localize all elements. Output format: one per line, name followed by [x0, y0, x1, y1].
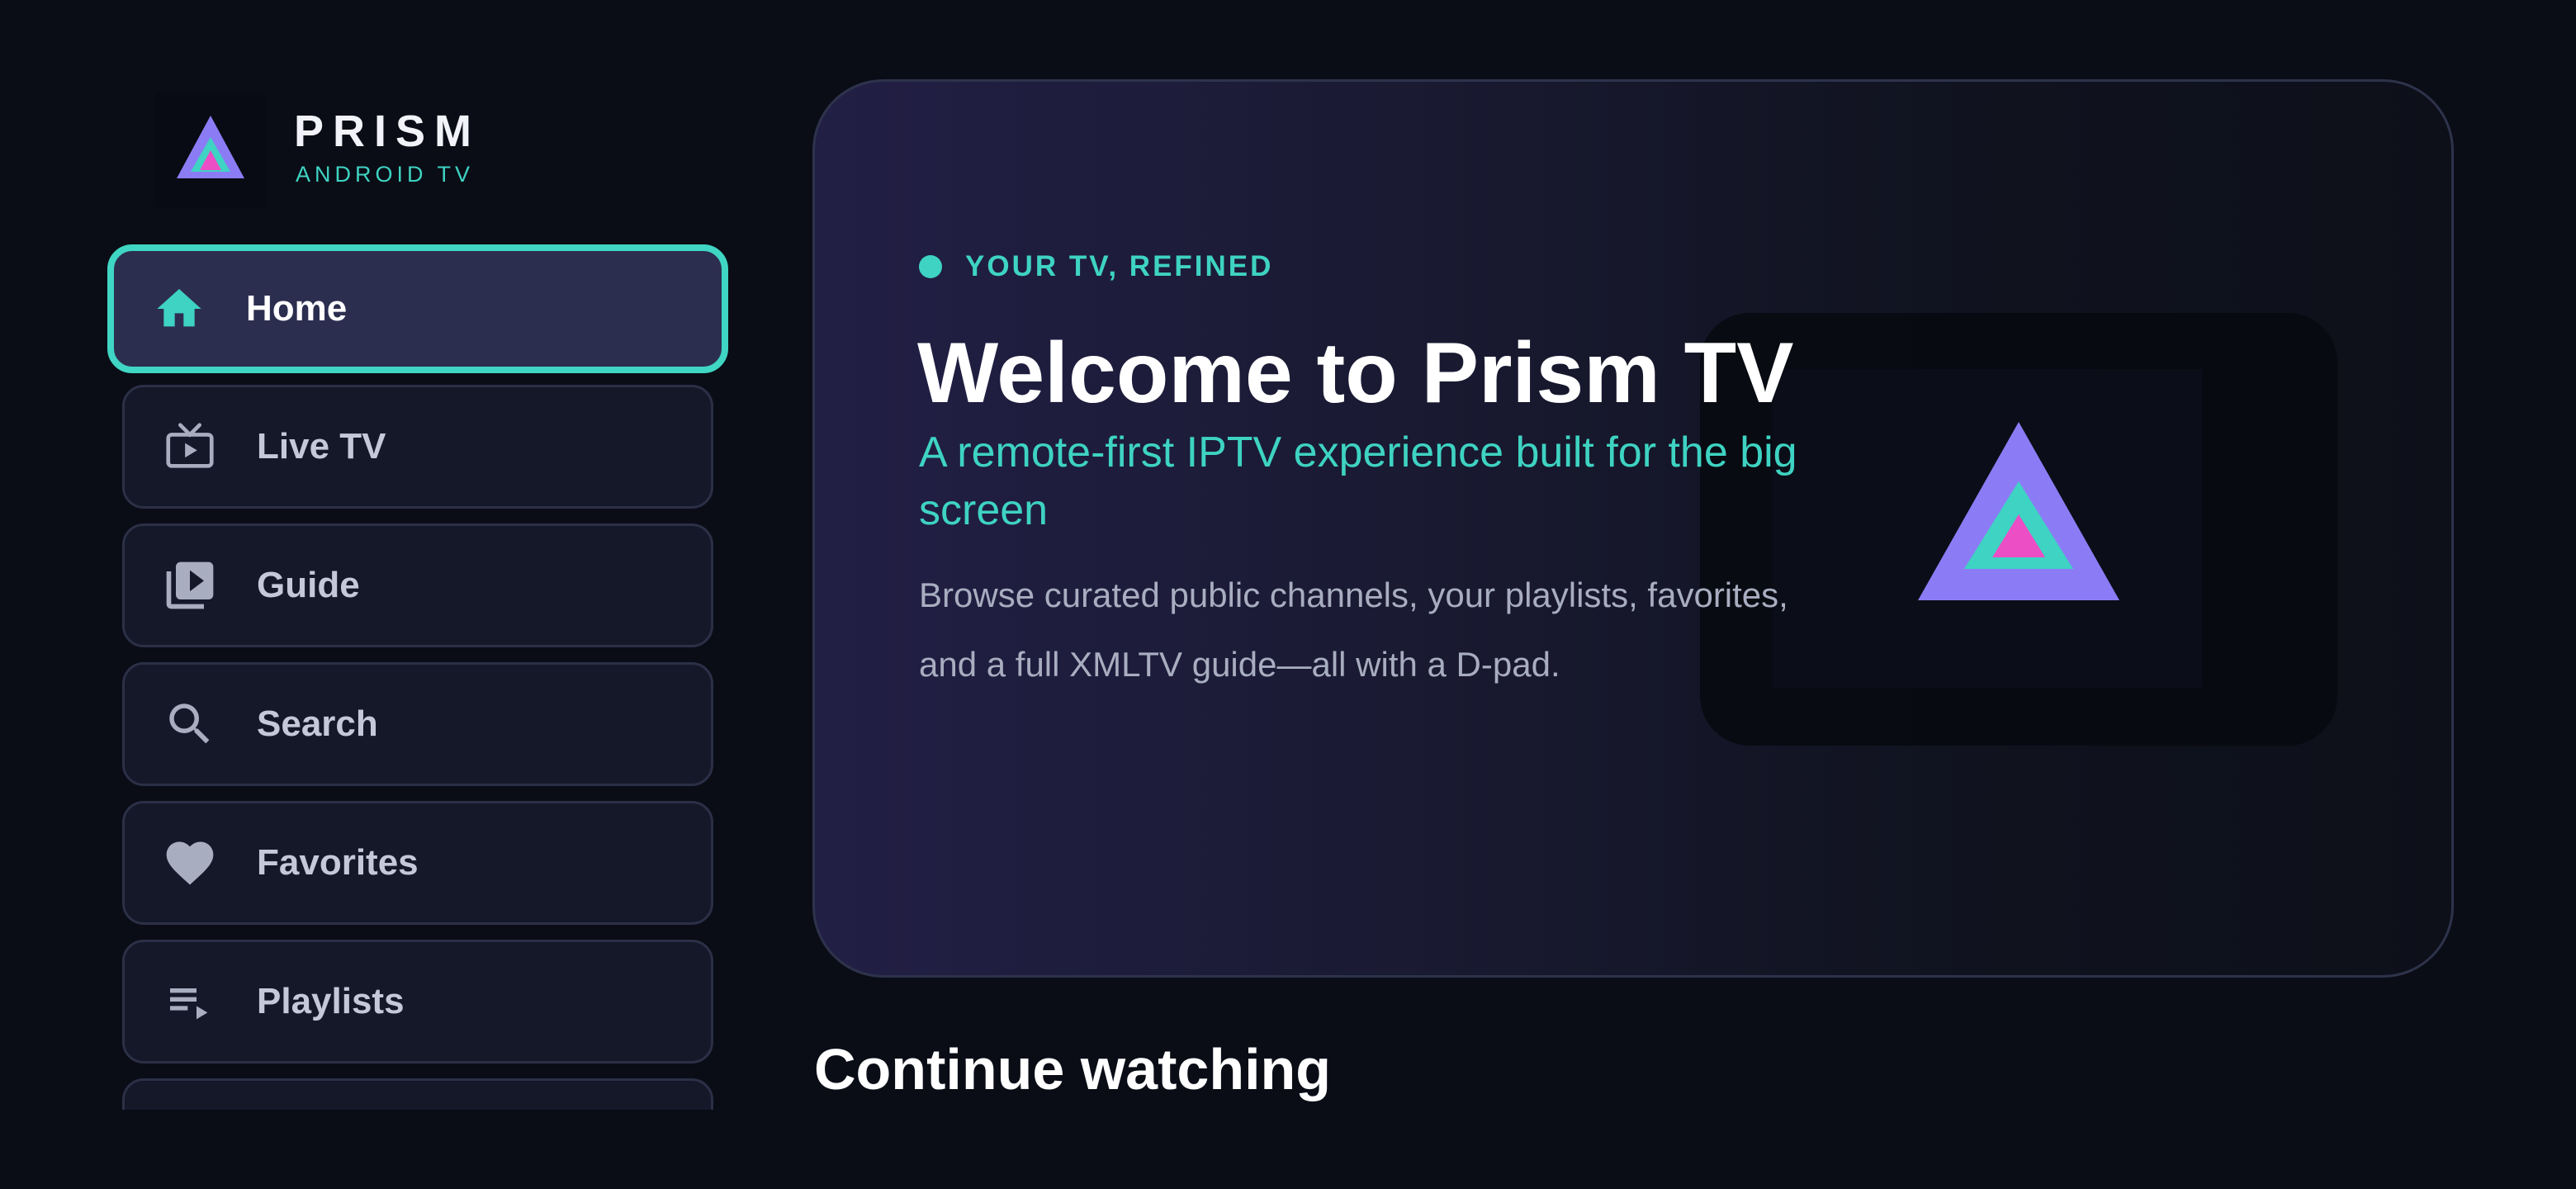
- heart-icon: [161, 834, 219, 892]
- sidebar-item-label: Search: [257, 703, 378, 744]
- hero-banner: YOUR TV, REFINED Welcome to Prism TV A r…: [812, 79, 2454, 978]
- playlist-icon: [161, 973, 219, 1030]
- sidebar-item-label: Favorites: [257, 842, 419, 883]
- sidebar-item-search[interactable]: Search: [122, 662, 713, 786]
- sidebar-item-more[interactable]: [122, 1078, 713, 1110]
- sidebar-item-label: Live TV: [257, 426, 386, 467]
- hero-tagline: YOUR TV, REFINED: [919, 252, 1273, 281]
- sidebar-nav: Home Live TV Guide Search Favorites Play…: [0, 0, 743, 1110]
- prism-triangle-icon: [1918, 422, 2119, 600]
- sidebar-item-guide[interactable]: Guide: [122, 523, 713, 647]
- continue-watching-heading: Continue watching: [814, 1037, 1332, 1101]
- guide-icon: [161, 557, 219, 614]
- hero-description: Browse curated public channels, your pla…: [919, 576, 1788, 684]
- search-icon: [161, 695, 219, 753]
- sidebar-item-label: Home: [246, 288, 348, 329]
- tv-icon: [161, 418, 219, 476]
- sidebar-item-playlists[interactable]: Playlists: [122, 940, 713, 1063]
- home-icon: [150, 280, 208, 338]
- sidebar-item-home[interactable]: Home: [107, 244, 728, 373]
- sidebar-item-label: Playlists: [257, 981, 405, 1021]
- sidebar-item-favorites[interactable]: Favorites: [122, 801, 713, 925]
- hero-subtitle: A remote-first IPTV experience built for…: [919, 429, 1797, 534]
- hero-title: Welcome to Prism TV: [917, 325, 1794, 421]
- sidebar-item-live-tv[interactable]: Live TV: [122, 385, 713, 509]
- tagline-dot-icon: [919, 254, 942, 278]
- tagline-text: YOUR TV, REFINED: [965, 250, 1274, 282]
- sidebar-item-label: Guide: [257, 565, 360, 605]
